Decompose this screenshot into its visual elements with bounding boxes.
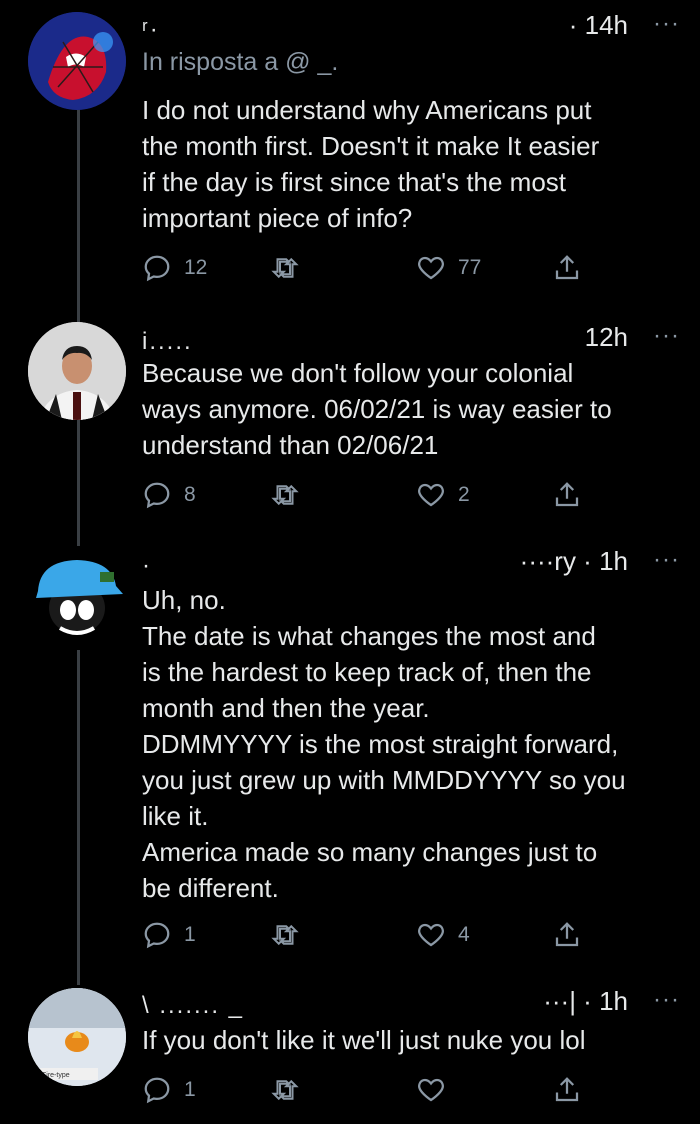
reply-count: 1 — [184, 1078, 196, 1101]
like-button[interactable]: 4 — [416, 915, 470, 955]
tweet[interactable]: i..... 12h ··· Because we don't follow y… — [0, 310, 700, 540]
cartoon-avatar-icon — [36, 560, 123, 635]
heart-icon — [418, 1078, 444, 1102]
tweet-text: Because we don't follow your colonial wa… — [142, 358, 612, 460]
tweet-actions: 1 — [142, 1070, 592, 1110]
share-icon — [555, 1077, 579, 1102]
timestamp[interactable]: ···| · 1h — [543, 986, 628, 1017]
avatar-caption: Fire-type — [42, 1072, 70, 1079]
retweet-icon — [271, 924, 299, 946]
reply-button[interactable]: 1 — [142, 915, 196, 955]
more-options-icon[interactable]: ··· — [653, 10, 680, 38]
tweet-text: Uh, no. The date is what changes the mos… — [142, 585, 626, 903]
reply-icon — [144, 255, 170, 282]
person-avatar-icon — [28, 322, 126, 420]
more-options-icon[interactable]: ··· — [653, 986, 680, 1014]
tweet-actions: 8 2 — [142, 475, 592, 515]
retweet-icon — [271, 1079, 299, 1101]
reply-count: 12 — [184, 256, 208, 279]
tweet-actions: 12 77 — [142, 248, 592, 288]
tweet[interactable]: ʳ· · 14h ··· In risposta a @ _. I do not… — [0, 0, 700, 310]
retweet-button[interactable] — [270, 915, 312, 955]
like-button[interactable]: 77 — [416, 248, 481, 288]
tweet-actions: 1 4 — [142, 915, 592, 955]
retweet-icon — [271, 484, 299, 506]
like-button[interactable] — [416, 1070, 458, 1110]
more-options-icon[interactable]: ··· — [653, 322, 680, 350]
spiderman-avatar-icon — [28, 12, 126, 110]
reply-button[interactable]: 12 — [142, 248, 207, 288]
retweet-button[interactable] — [270, 1070, 312, 1110]
author-name[interactable]: · — [142, 552, 152, 580]
reply-button[interactable]: 1 — [142, 1070, 196, 1110]
reply-count: 1 — [184, 923, 196, 946]
retweet-button[interactable] — [270, 475, 312, 515]
reply-count: 8 — [184, 483, 196, 506]
reply-icon — [144, 482, 170, 509]
retweet-icon — [271, 257, 299, 279]
share-icon — [555, 255, 579, 280]
tweet-text: I do not understand why Americans put th… — [142, 95, 600, 233]
like-button[interactable]: 2 — [416, 475, 470, 515]
fire-type-avatar-icon: Fire-type — [28, 988, 126, 1086]
avatar[interactable]: Fire-type — [28, 988, 126, 1086]
timestamp[interactable]: ····ry · 1h — [520, 546, 628, 577]
avatar[interactable] — [28, 12, 126, 110]
like-count: 4 — [458, 923, 470, 946]
heart-icon — [418, 923, 444, 947]
timestamp[interactable]: 12h — [585, 322, 628, 353]
tweet-text: If you don't like it we'll just nuke you… — [142, 1025, 586, 1055]
tweet[interactable]: · ····ry · 1h ··· Uh, no. The date is wh… — [0, 540, 700, 980]
share-button[interactable] — [552, 248, 582, 288]
author-name[interactable]: \ ....... _ — [142, 992, 244, 1020]
author-name[interactable]: i..... — [142, 328, 193, 356]
share-button[interactable] — [552, 915, 582, 955]
timestamp[interactable]: · 14h — [569, 10, 628, 41]
avatar[interactable] — [28, 546, 126, 644]
retweet-button[interactable] — [270, 248, 312, 288]
more-options-icon[interactable]: ··· — [653, 546, 680, 574]
reply-icon — [144, 1077, 170, 1104]
tweet[interactable]: Fire-type \ ....... _ ···| · 1h ··· If y… — [0, 980, 700, 1124]
reply-to-label[interactable]: In risposta a @ _. — [142, 48, 338, 77]
like-count: 2 — [458, 483, 470, 506]
reply-icon — [144, 922, 170, 949]
share-button[interactable] — [552, 1070, 582, 1110]
share-icon — [555, 482, 579, 507]
avatar[interactable] — [28, 322, 126, 420]
heart-icon — [418, 483, 444, 507]
heart-icon — [418, 256, 444, 280]
share-button[interactable] — [552, 475, 582, 515]
author-name[interactable]: ʳ· — [142, 16, 160, 44]
share-icon — [555, 922, 579, 947]
reply-button[interactable]: 8 — [142, 475, 196, 515]
like-count: 77 — [458, 256, 482, 279]
